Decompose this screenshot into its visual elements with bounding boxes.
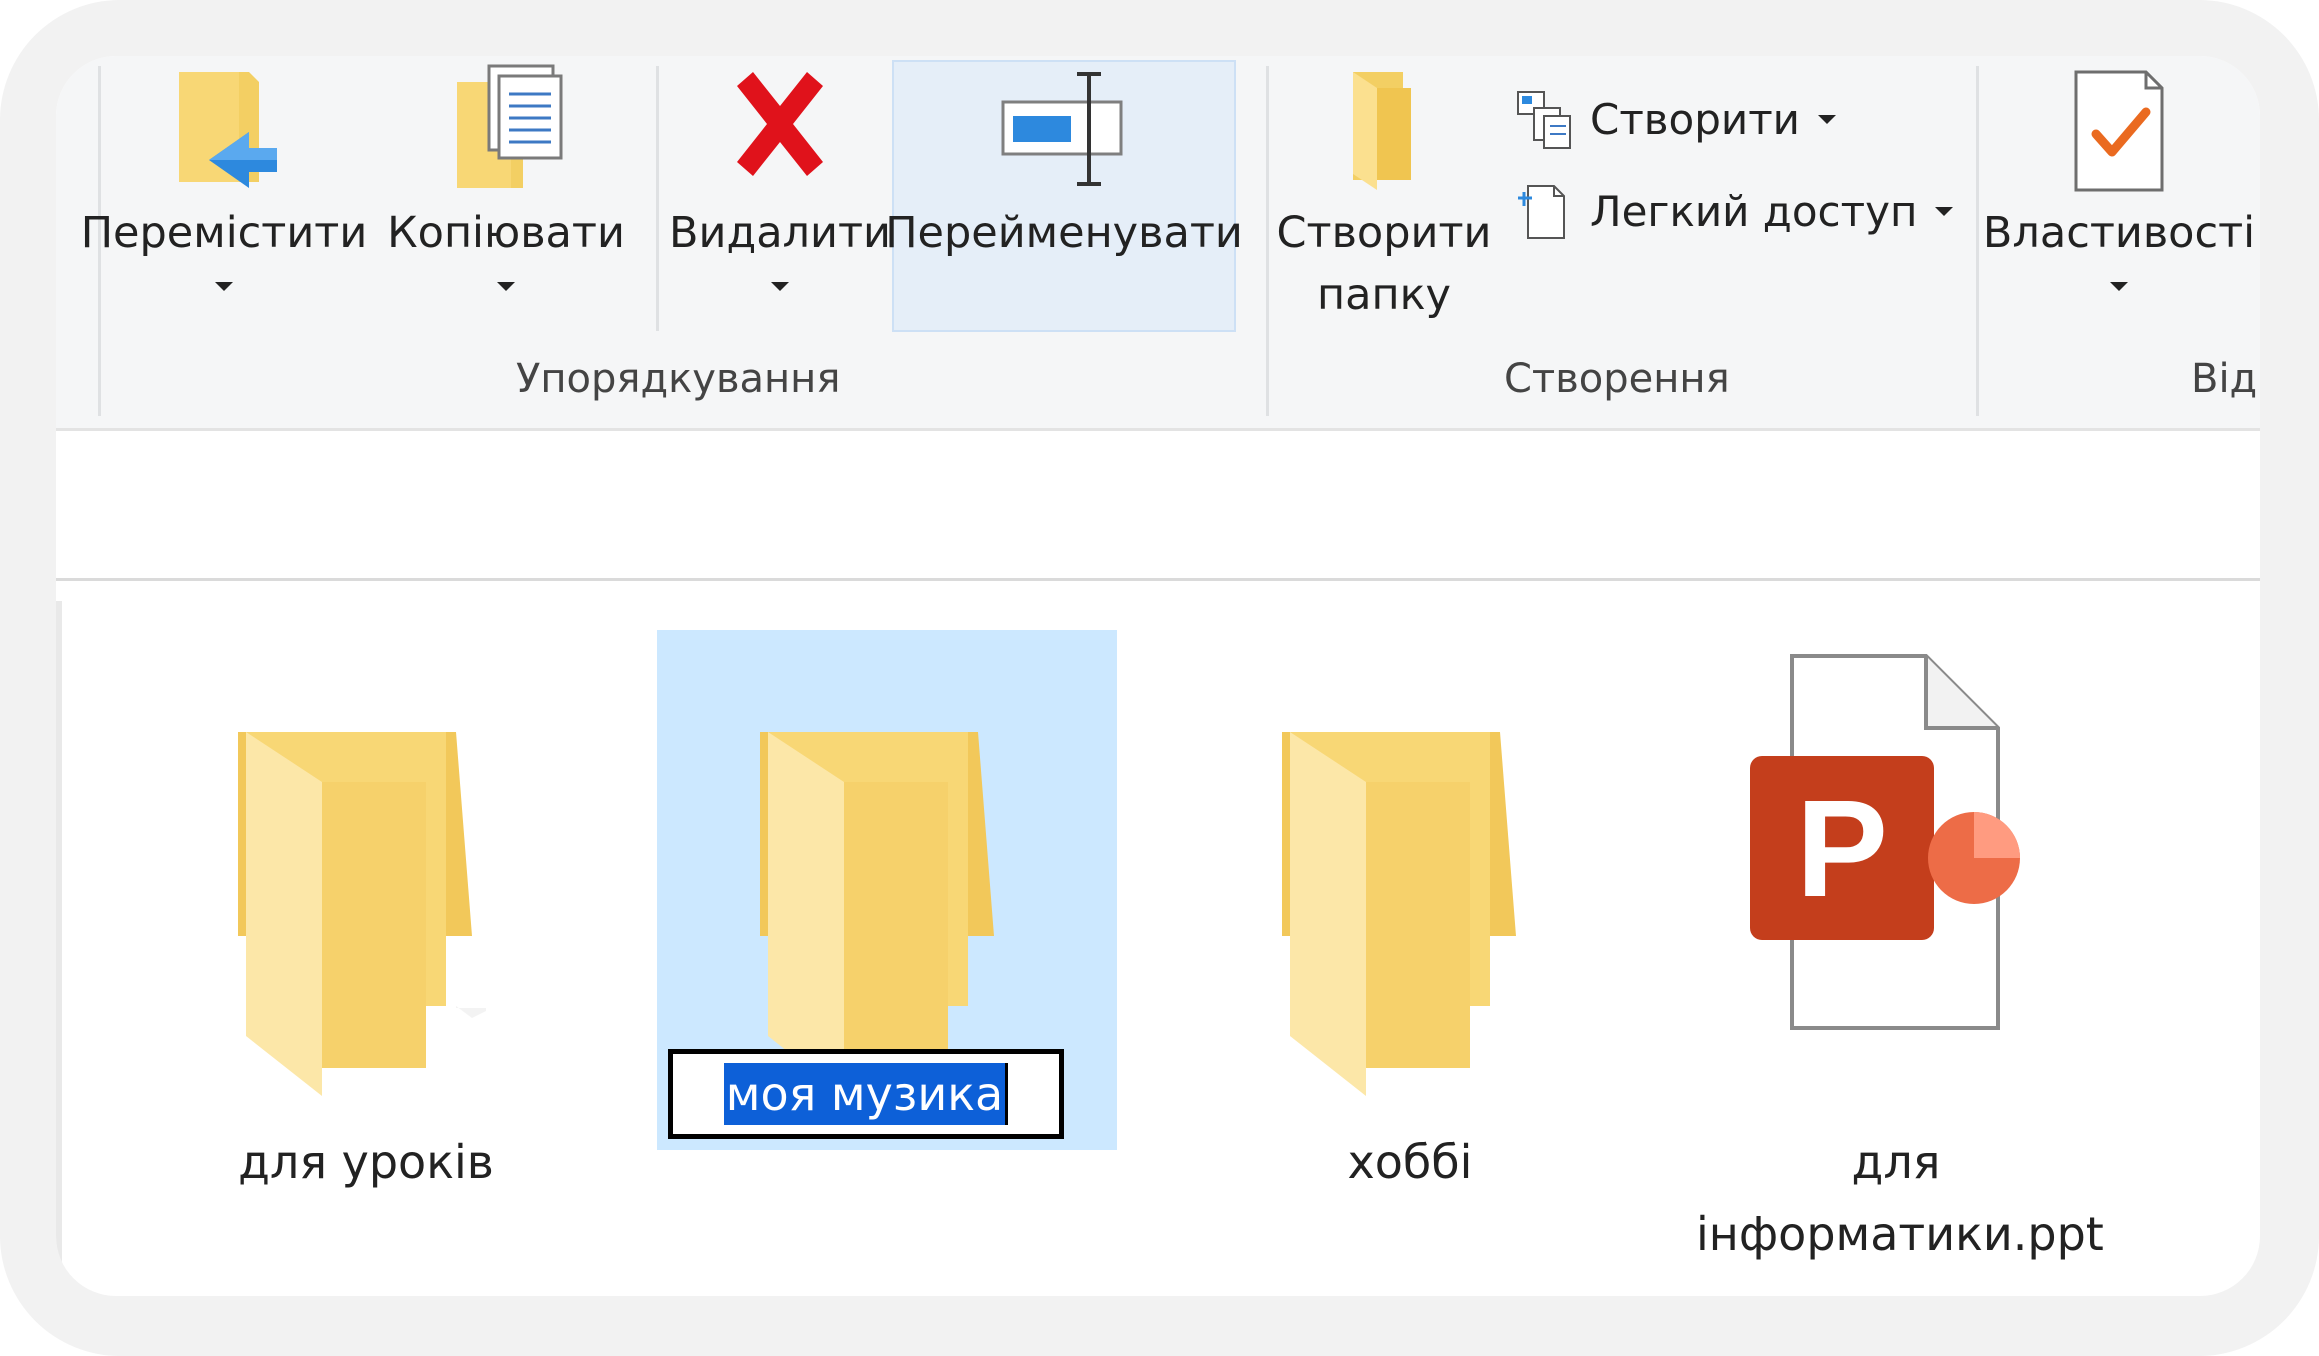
pptx-icon: P [1750, 654, 2020, 1030]
file-name-line1: для [1851, 1135, 1941, 1189]
rename-label: Перейменувати [885, 208, 1243, 258]
easy-access-icon [1518, 185, 1565, 239]
file-name-label: для уроків [238, 1135, 494, 1189]
move-button[interactable]: Перемістити [81, 62, 367, 291]
folder-icon [760, 732, 994, 1096]
file-explorer-window: Перемістити Копіювати Видалити Переймену… [56, 56, 2260, 1296]
address-bar-border [56, 578, 2260, 581]
new-item-icon [1517, 91, 1571, 149]
new-item-label: Створити [1590, 94, 1800, 144]
properties-dropdown-arrow[interactable] [2110, 282, 2128, 291]
folder-item-lessons[interactable]: для уроків [216, 656, 516, 1189]
new-item-dropdown-arrow[interactable] [1817, 114, 1836, 124]
easy-access-dropdown-arrow[interactable] [1935, 206, 1954, 216]
copy-label: Копіювати [387, 208, 625, 258]
rename-button[interactable]: Перейменувати [885, 62, 1243, 264]
navigation-pane-edge [56, 601, 62, 1296]
svg-text:P: P [1796, 772, 1888, 926]
easy-access-label: Легкий доступ [1590, 186, 1918, 236]
group-label-open: Відк [2191, 356, 2260, 402]
ribbon: Перемістити Копіювати Видалити Переймену… [56, 56, 2260, 428]
file-name-label: для інформатики.ppt x [1696, 1126, 2104, 1296]
rename-input[interactable]: моя музика [668, 1049, 1064, 1139]
new-folder-label-line2: папку [1317, 270, 1451, 320]
copy-button[interactable]: Копіювати [387, 62, 625, 291]
file-name-line2: інформатики.ppt [1696, 1207, 2104, 1261]
move-label: Перемістити [80, 208, 368, 258]
ribbon-separator [656, 66, 659, 331]
delete-dropdown-arrow[interactable] [771, 282, 789, 291]
properties-icon [2074, 70, 2164, 192]
rename-icon [1001, 72, 1123, 186]
copy-icon [457, 64, 563, 188]
delete-button[interactable]: Видалити [669, 62, 891, 291]
group-separator-2 [1976, 66, 1979, 416]
new-folder-button[interactable]: Створити папку [1274, 62, 1494, 326]
rename-input-selected-text: моя музика [723, 1063, 1006, 1125]
delete-label: Видалити [669, 208, 891, 258]
move-icon [179, 72, 277, 188]
new-folder-label-line1: Створити [1276, 208, 1492, 258]
move-dropdown-arrow[interactable] [215, 282, 233, 291]
screen-frame: Перемістити Копіювати Видалити Переймену… [0, 0, 2319, 1356]
new-item-button[interactable]: Створити [1514, 88, 1836, 150]
address-bar-area[interactable] [56, 436, 2260, 576]
group-separator-1 [1266, 66, 1269, 416]
folder-item-hobby[interactable]: хоббі [1260, 656, 1560, 1189]
properties-button[interactable]: Властивості [1983, 62, 2255, 291]
easy-access-button[interactable]: Легкий доступ [1514, 180, 1954, 242]
text-caret [1005, 1063, 1009, 1125]
file-name-label: хоббі [1347, 1135, 1473, 1189]
properties-label: Властивості [1982, 208, 2256, 258]
folder-icon [1282, 732, 1516, 1096]
ribbon-bottom-border [56, 428, 2260, 431]
pptx-item-informatics[interactable]: P для інформатики.ppt x [1696, 654, 2104, 1296]
new-folder-icon [1353, 72, 1411, 190]
delete-icon [737, 72, 823, 176]
file-name-line3: x [1696, 1270, 2096, 1296]
folder-icon [238, 732, 486, 1096]
copy-dropdown-arrow[interactable] [497, 282, 515, 291]
group-label-create: Створення [1504, 356, 1730, 402]
group-label-organize: Упорядкування [516, 356, 841, 402]
